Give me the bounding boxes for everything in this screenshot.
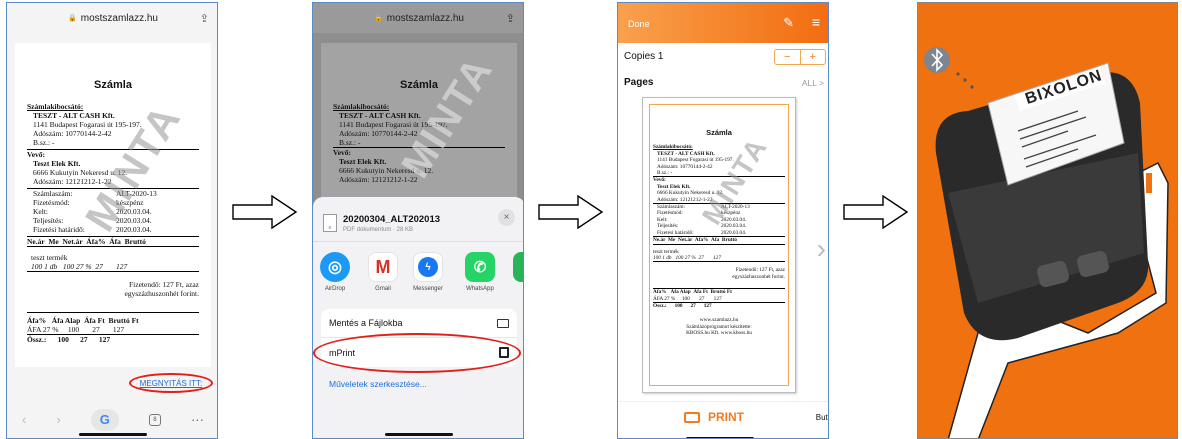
share-app-partial[interactable] (513, 252, 523, 282)
arrow-right-icon (843, 195, 909, 229)
gmail-icon: M (368, 252, 398, 282)
save-to-files-label: Mentés a Fájlokba (329, 318, 403, 328)
home-indicator (385, 433, 453, 436)
share-icon: ⇪ (505, 12, 515, 25)
panel-browser-invoice: 🔒 mostszamlazz.hu ⇪ Számla Számlakibocsá… (6, 2, 218, 439)
item-name: teszt termék (31, 253, 68, 262)
payable-line-2: egyszázhuszonhét forint. (124, 289, 199, 298)
app-icon (513, 252, 523, 282)
app-label: Messenger (413, 286, 443, 292)
forward-icon[interactable]: › (56, 412, 60, 427)
all-pages-link[interactable]: ALL > (802, 78, 824, 88)
folder-icon (497, 318, 509, 328)
share-icon[interactable]: ⇪ (200, 12, 209, 25)
tabs-icon[interactable]: 8 (148, 413, 161, 426)
invoice-document-dimmed: Számla Számlakibocsátó: TESZT - ALT CASH… (321, 43, 517, 203)
more-icon[interactable]: ··· (191, 412, 204, 427)
edit-actions-link[interactable]: Műveletek szerkesztése... (329, 379, 427, 389)
pages-label: Pages (624, 77, 654, 88)
back-icon[interactable]: ‹ (22, 412, 26, 427)
app-label: WhatsApp (466, 286, 494, 292)
arrow-right-icon (232, 195, 298, 229)
file-name: 20200304_ALT202013 (343, 213, 441, 225)
share-app-whatsapp[interactable]: ✆ WhatsApp (465, 252, 495, 292)
close-icon[interactable]: × (498, 209, 515, 226)
open-link-text[interactable]: MEGNYITÁS ITT: (140, 379, 203, 388)
arrow-right-icon (538, 195, 604, 229)
panel-mprint: Done ✎ ≡ Copies 1 − + Pages ALL > Számla… (617, 2, 829, 439)
airdrop-icon: ◎ (320, 252, 350, 282)
home-indicator (79, 433, 147, 436)
panel-printer-photo: BIXOLON (917, 2, 1178, 439)
menu-icon[interactable]: ≡ (812, 14, 820, 30)
vat-header: Áfa% Áfa Alap Áfa Ft Bruttó Ft (27, 312, 199, 325)
invoice-document: Számla Számlakibocsátó: TESZT - ALT CASH… (15, 43, 211, 367)
edit-pencil-icon[interactable]: ✎ (783, 15, 794, 31)
share-app-gmail[interactable]: M Gmail (368, 252, 398, 292)
url-text: mostszamlazz.hu (386, 12, 464, 24)
copies-stepper[interactable]: − + (774, 49, 826, 65)
page-preview[interactable]: Számla Számlakibocsátó: TESZT - ALT CASH… (642, 97, 796, 393)
pdf-file-icon: ≡ (323, 214, 337, 232)
next-page-chevron-icon[interactable]: › (817, 233, 826, 265)
invoice-title: Számla (94, 79, 132, 91)
open-link-highlight[interactable]: MEGNYITÁS ITT: (129, 373, 213, 393)
lock-icon: 🔒 (68, 15, 77, 22)
mprint-highlight (313, 333, 521, 373)
vat-total: Össz.: 100 27 127 (27, 334, 199, 344)
app-label: AirDrop (324, 286, 346, 292)
decrement-button[interactable]: − (775, 50, 801, 64)
copies-label: Copies 1 (624, 51, 664, 62)
share-sheet: ≡ 20200304_ALT202013 PDF dokumentum · 28… (313, 197, 523, 438)
side-button-text[interactable]: Butt (816, 413, 828, 422)
mprint-header: Done ✎ ≡ (618, 3, 828, 43)
google-icon[interactable]: G (90, 408, 119, 431)
panel-share-sheet: 🔒 mostszamlazz.hu ⇪ Számla Számlakibocsá… (312, 2, 524, 439)
address-bar: 🔒 mostszamlazz.hu ⇪ (313, 3, 523, 33)
share-app-messenger[interactable]: ϟ Messenger (413, 252, 443, 292)
print-bar: PRINT Butt (618, 401, 828, 438)
file-meta: PDF dokumentum · 28 KB (343, 226, 414, 233)
printer-icon (684, 411, 700, 423)
file-info: ≡ 20200304_ALT202013 PDF dokumentum · 28… (323, 205, 515, 241)
payable-line-1: Fizetendő: 127 Ft, azaz (129, 280, 199, 289)
bixolon-printer-illustration (924, 47, 1169, 438)
messenger-icon: ϟ (413, 252, 443, 282)
share-app-airdrop[interactable]: ◎ AirDrop (320, 252, 350, 292)
vat-row: ÁFA 27 % 100 27 127 (27, 325, 125, 334)
signal-dots-icon (956, 72, 974, 89)
whatsapp-icon: ✆ (465, 252, 495, 282)
app-label: Gmail (375, 286, 391, 292)
increment-button[interactable]: + (801, 50, 826, 64)
lock-icon: 🔒 (374, 15, 383, 22)
divider (313, 241, 523, 242)
address-bar[interactable]: 🔒 mostszamlazz.hu ⇪ (7, 3, 217, 33)
done-button[interactable]: Done (628, 19, 650, 29)
bluetooth-icon (924, 47, 950, 73)
url-text: mostszamlazz.hu (80, 12, 158, 24)
print-label: PRINT (708, 410, 744, 424)
print-button[interactable]: PRINT (684, 410, 744, 424)
item-row: 100 1 db 100 27 % 27 127 (27, 262, 199, 272)
